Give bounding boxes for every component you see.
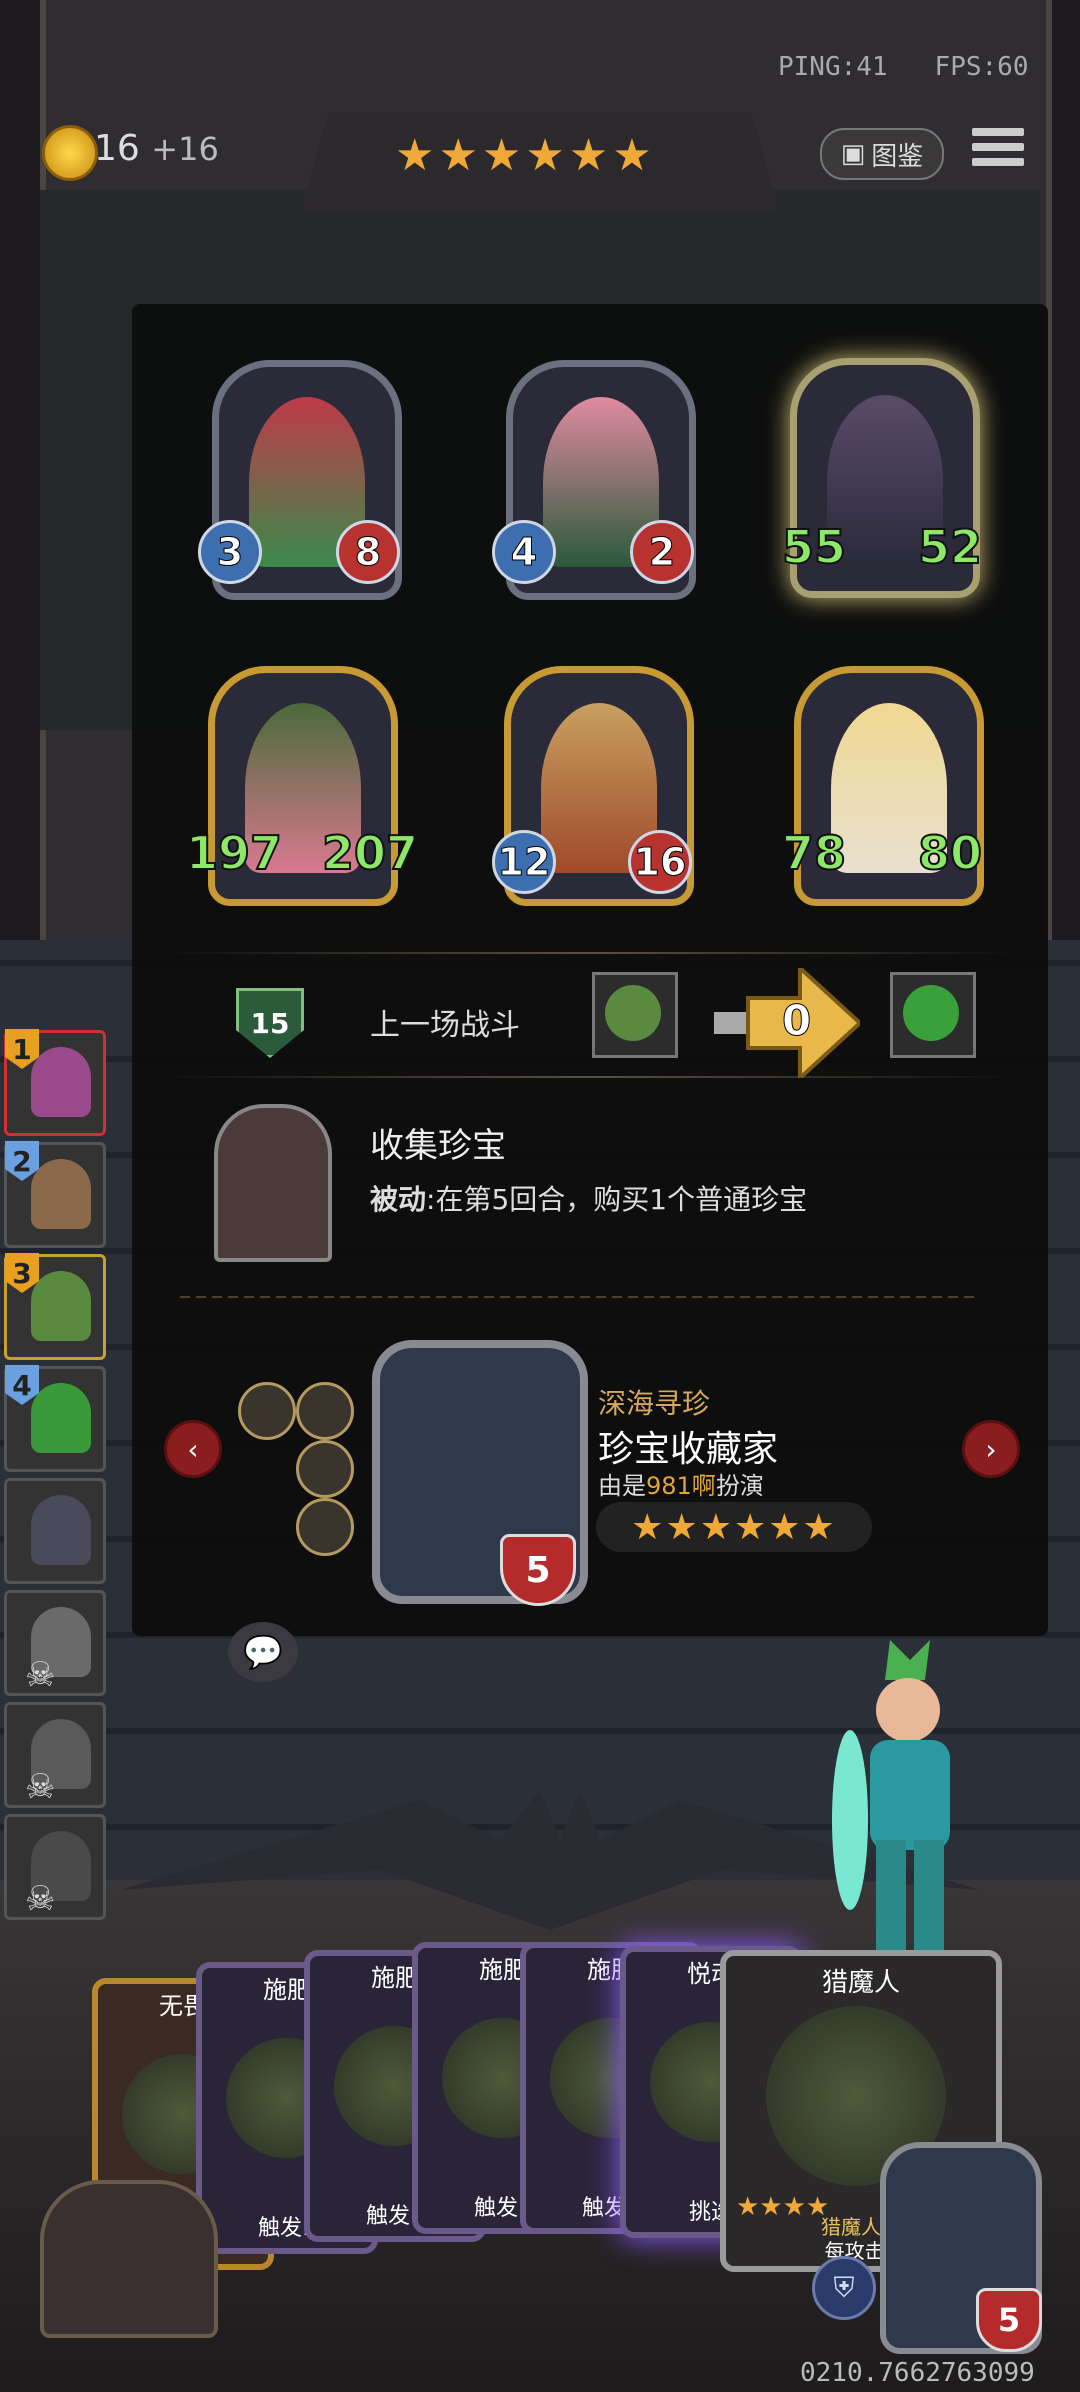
avatar — [31, 1383, 91, 1453]
next-player-button[interactable]: › — [962, 1420, 1020, 1478]
battle-result-value: 0 — [781, 996, 812, 1046]
menu-icon[interactable] — [972, 128, 1024, 176]
played-by-suffix: 扮演 — [715, 1472, 764, 1500]
treasure-effect: :在第5回合，购买1个普通珍宝 — [426, 1183, 808, 1216]
roster-slot-eliminated[interactable]: ☠ — [4, 1702, 106, 1808]
coin-counter: 16 +16 — [94, 128, 219, 169]
treasure-item-icon[interactable] — [296, 1382, 354, 1440]
coin-icon — [42, 125, 98, 181]
treasure-item-icon[interactable] — [238, 1382, 296, 1440]
attack-value: 78 — [781, 825, 847, 881]
treasure-item-icon[interactable] — [296, 1498, 354, 1556]
roster-slot[interactable] — [4, 1478, 106, 1584]
next-opponent-avatar[interactable] — [890, 972, 976, 1058]
coin-bonus: +16 — [151, 130, 219, 168]
session-id-text: 0210.7662763099 — [800, 2358, 1035, 2388]
tier-stars: ★★★★★★ — [395, 130, 656, 181]
roster-slot[interactable]: 1 — [4, 1029, 106, 1136]
treasure-description: 被动:在第5回合，购买1个普通珍宝 — [370, 1178, 807, 1218]
codex-button[interactable]: ▣ 图鉴 — [820, 128, 944, 180]
shield-icon[interactable]: ⛨ — [812, 2256, 876, 2320]
attack-badge: 4 — [492, 520, 556, 584]
my-hero-level-badge: 5 — [976, 2288, 1042, 2352]
chat-icon[interactable]: 💬 — [228, 1622, 298, 1682]
health-value: 207 — [321, 825, 419, 881]
roster-slot[interactable]: 3 — [4, 1253, 106, 1360]
avatar — [903, 985, 959, 1041]
skull-icon: ☠ — [25, 1767, 56, 1807]
avatar — [31, 1047, 91, 1117]
last-opponent-avatar[interactable] — [592, 972, 678, 1058]
fps-text: FPS:60 — [934, 52, 1029, 82]
divider — [160, 952, 1020, 954]
played-by-prefix: 由是 — [598, 1472, 646, 1500]
attack-value: 55 — [781, 519, 847, 575]
prev-player-button[interactable]: ‹ — [164, 1420, 222, 1478]
attack-badge: 12 — [492, 830, 556, 894]
passive-tag: 被动 — [370, 1183, 427, 1216]
health-badge: 2 — [630, 520, 694, 584]
network-stats: PING:41 FPS:60 — [778, 52, 1028, 82]
divider — [160, 1076, 1020, 1078]
health-value: 80 — [917, 825, 983, 881]
health-badge: 16 — [628, 830, 692, 894]
ping-text: PING:41 — [778, 52, 888, 82]
roster-slot-eliminated[interactable]: ☠ — [4, 1814, 106, 1920]
avatar — [31, 1271, 91, 1341]
hero-name: 珍宝收藏家 — [598, 1429, 779, 1470]
codex-label: 图鉴 — [871, 141, 924, 172]
health-value: 52 — [917, 519, 983, 575]
roster-slot-eliminated[interactable]: ☠ — [4, 1590, 106, 1696]
hero-played-by: 由是981啊扮演 — [598, 1466, 764, 1501]
treasure-cabinet-icon — [214, 1104, 332, 1262]
skull-icon: ☠ — [25, 1655, 56, 1695]
treasure-item-icon[interactable] — [296, 1440, 354, 1498]
coin-amount: 16 — [94, 128, 140, 169]
hero-title: 深海寻珍 — [598, 1387, 711, 1420]
skull-icon: ☠ — [25, 1879, 56, 1919]
roster-slot[interactable]: 4 — [4, 1365, 106, 1472]
treasure-title: 收集珍宝 — [370, 1126, 506, 1166]
avatar — [605, 985, 661, 1041]
divider — [180, 1296, 980, 1298]
avatar — [31, 1495, 91, 1565]
book-icon: ▣ — [840, 139, 866, 169]
player-name: 981啊 — [646, 1472, 716, 1500]
hero-stars: ★★★★★★ — [596, 1502, 872, 1552]
attack-value: 197 — [185, 825, 283, 881]
attack-badge: 3 — [198, 520, 262, 584]
player-character — [832, 1640, 950, 1950]
health-badge: 8 — [336, 520, 400, 584]
card-title: 猎魔人 — [821, 1968, 900, 1998]
avatar — [31, 1159, 91, 1229]
last-battle-label: 上一场战斗 — [370, 1008, 520, 1043]
treasure-chest-icon[interactable] — [40, 2180, 218, 2338]
roster-slot[interactable]: 2 — [4, 1141, 106, 1248]
